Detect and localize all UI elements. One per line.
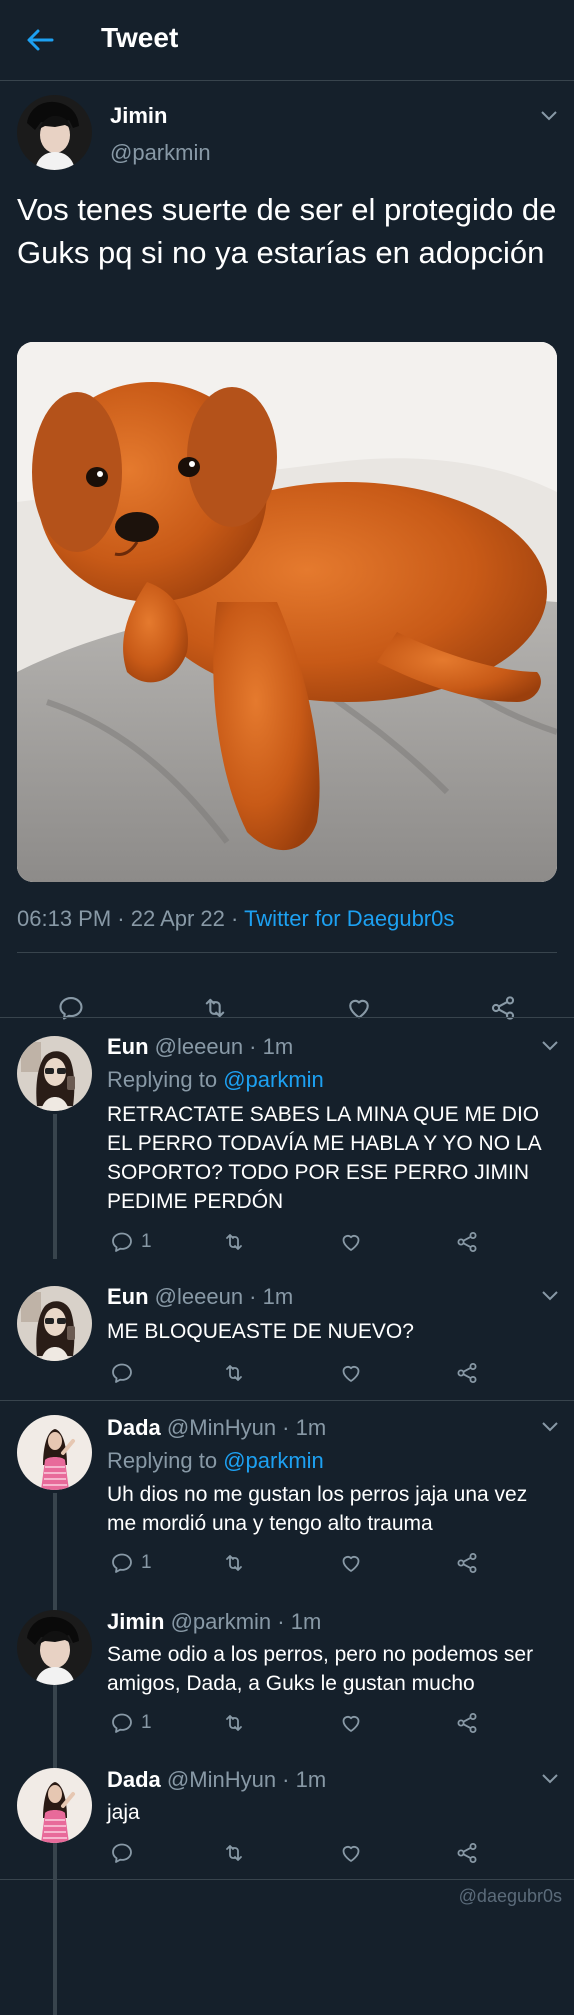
like-icon[interactable]	[339, 1551, 363, 1575]
reply-header: Dada @MinHyun · 1m	[107, 1767, 326, 1793]
chevron-down-icon[interactable]	[540, 110, 558, 122]
reply-icon[interactable]	[110, 1841, 134, 1865]
reply-text: jaja	[107, 1801, 140, 1824]
back-arrow-icon[interactable]	[24, 24, 56, 56]
avatar[interactable]	[17, 95, 92, 170]
reply-actions	[107, 1841, 547, 1871]
top-bar: Tweet	[0, 0, 574, 81]
reply-actions	[107, 1361, 547, 1391]
share-icon[interactable]	[455, 1711, 479, 1735]
retweet-icon[interactable]	[222, 1361, 246, 1385]
reply-text: Uh dios no me gustan los perros jaja una…	[107, 1483, 528, 1535]
author-handle[interactable]: @parkmin	[110, 140, 211, 166]
share-icon[interactable]	[455, 1230, 479, 1254]
share-icon[interactable]	[455, 1361, 479, 1385]
tweet-timestamp: 06:13 PM · 22 Apr 22 · Twitter for Daegu…	[17, 906, 454, 932]
avatar[interactable]	[17, 1036, 92, 1111]
author-handle-time: @MinHyun · 1m	[160, 1415, 327, 1440]
like-icon[interactable]	[339, 1230, 363, 1254]
page-title: Tweet	[101, 22, 179, 53]
retweet-icon[interactable]	[222, 1841, 246, 1865]
replying-label: Replying to	[107, 1448, 224, 1473]
retweet-icon[interactable]	[222, 1711, 246, 1735]
author-name[interactable]: Eun	[107, 1284, 149, 1309]
chevron-down-icon[interactable]	[541, 1421, 559, 1433]
author-handle-time: @leeeun · 1m	[148, 1284, 294, 1309]
like-icon[interactable]	[339, 1711, 363, 1735]
divider	[17, 952, 557, 953]
author-name[interactable]: Eun	[107, 1034, 149, 1059]
author-name[interactable]: Jimin	[107, 1609, 164, 1634]
reply-text: Same odio a los perros, pero no podemos …	[107, 1643, 534, 1695]
replying-to: Replying to @parkmin	[107, 1448, 324, 1474]
replying-label: Replying to	[107, 1067, 224, 1092]
chevron-down-icon[interactable]	[541, 1040, 559, 1052]
tweet-image[interactable]	[17, 342, 557, 882]
reply-count: 1	[141, 1712, 152, 1733]
tweet-text: Vos tenes suerte de ser el protegido de …	[17, 192, 557, 270]
author-handle-time: @MinHyun · 1m	[160, 1767, 327, 1792]
reply-icon[interactable]	[110, 1711, 134, 1735]
chevron-down-icon[interactable]	[541, 1290, 559, 1302]
reply-count: 1	[141, 1231, 152, 1252]
reply-actions: 1	[107, 1230, 547, 1260]
dog-photo	[17, 342, 557, 882]
mention-link[interactable]: @parkmin	[223, 1067, 324, 1092]
tweet-time: 06:13 PM · 22 Apr 22 ·	[17, 906, 245, 931]
reply-icon[interactable]	[110, 1361, 134, 1385]
reply-icon[interactable]	[110, 1551, 134, 1575]
avatar[interactable]	[17, 1768, 92, 1843]
thread-line	[53, 1114, 57, 1259]
reply-count: 1	[141, 1552, 152, 1573]
like-icon[interactable]	[339, 1841, 363, 1865]
author-name[interactable]: Jimin	[110, 103, 167, 129]
avatar[interactable]	[17, 1286, 92, 1361]
share-icon[interactable]	[455, 1841, 479, 1865]
reply-header: Eun @leeeun · 1m	[107, 1034, 293, 1060]
divider	[0, 1017, 574, 1018]
author-handle-time: @parkmin · 1m	[164, 1609, 322, 1634]
reply-actions: 1	[107, 1711, 547, 1741]
avatar[interactable]	[17, 1610, 92, 1685]
mention-link[interactable]: @parkmin	[223, 1448, 324, 1473]
reply-icon[interactable]	[110, 1230, 134, 1254]
retweet-icon[interactable]	[222, 1230, 246, 1254]
watermark: @daegubr0s	[458, 1886, 562, 1906]
replying-to: Replying to @parkmin	[107, 1067, 324, 1093]
author-handle-time: @leeeun · 1m	[148, 1034, 294, 1059]
chevron-down-icon[interactable]	[541, 1773, 559, 1785]
thread-line	[53, 1493, 57, 2015]
reply-header: Jimin @parkmin · 1m	[107, 1609, 321, 1635]
retweet-icon[interactable]	[222, 1551, 246, 1575]
reply-header: Eun @leeeun · 1m	[107, 1284, 293, 1310]
reply-actions: 1	[107, 1551, 547, 1581]
divider	[0, 1879, 574, 1880]
share-icon[interactable]	[455, 1551, 479, 1575]
reply-text: ME BLOQUEASTE DE NUEVO?	[107, 1320, 414, 1343]
author-name[interactable]: Dada	[107, 1767, 161, 1792]
divider	[0, 1400, 574, 1401]
avatar[interactable]	[17, 1415, 92, 1490]
tweet-source-link[interactable]: Twitter for Daegubr0s	[244, 906, 454, 931]
like-icon[interactable]	[339, 1361, 363, 1385]
reply-text: RETRACTATE SABES LA MINA QUE ME DIO EL P…	[107, 1103, 541, 1213]
author-name[interactable]: Dada	[107, 1415, 161, 1440]
reply-header: Dada @MinHyun · 1m	[107, 1415, 326, 1441]
